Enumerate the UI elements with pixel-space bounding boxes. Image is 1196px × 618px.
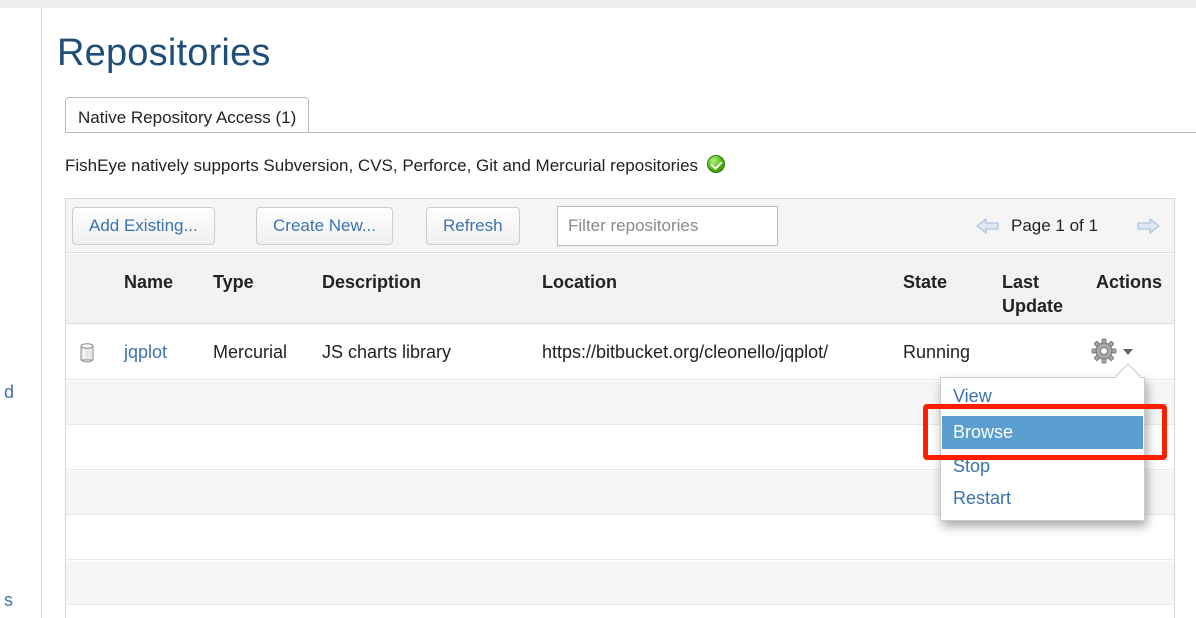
column-header-description[interactable]: Description (322, 270, 421, 294)
tab-bar: Native Repository Access (1) (65, 97, 310, 133)
menu-item-browse[interactable]: Browse (942, 416, 1143, 449)
menu-item-stop[interactable]: Stop (942, 450, 1143, 483)
menu-item-restart[interactable]: Restart (942, 482, 1143, 515)
actions-menu-trigger[interactable] (1091, 338, 1141, 366)
refresh-button[interactable]: Refresh (426, 207, 520, 245)
caret-down-icon (1123, 349, 1133, 355)
table-header: Name Type Description Location State Las… (66, 254, 1174, 324)
column-header-actions: Actions (1096, 272, 1163, 292)
repository-description: JS charts library (322, 342, 452, 362)
page-title: Repositories (57, 32, 271, 74)
arrow-right-icon[interactable] (1136, 217, 1160, 235)
repository-type: Mercurial (213, 342, 288, 362)
column-header-name[interactable]: Name (124, 270, 173, 294)
gear-icon (1091, 338, 1117, 364)
filter-repositories-input[interactable] (557, 206, 778, 246)
info-message: FishEye natively supports Subversion, CV… (65, 155, 725, 176)
ok-check-icon (706, 155, 725, 173)
database-icon (80, 343, 94, 363)
main-content: Repositories Native Repository Access (1… (43, 8, 1196, 618)
arrow-left-icon[interactable] (976, 217, 1000, 235)
column-header-last-update-line1: Last (1002, 272, 1040, 292)
tab-native-repository-access[interactable]: Native Repository Access (1) (65, 97, 310, 133)
toolbar: Add Existing... Create New... Refresh Pa… (66, 199, 1174, 253)
left-sidebar: d s (0, 8, 42, 618)
menu-item-view[interactable]: View (942, 380, 1143, 413)
column-header-last-update-line2: Update (1002, 296, 1064, 316)
column-header-type[interactable]: Type (213, 270, 254, 294)
sidebar-link-fragment[interactable]: s (4, 590, 13, 611)
info-text: FishEye natively supports Subversion, CV… (65, 156, 699, 175)
repository-name-link[interactable]: jqplot (124, 342, 167, 363)
column-header-location[interactable]: Location (542, 270, 617, 294)
add-existing-button[interactable]: Add Existing... (72, 207, 215, 245)
empty-row (66, 516, 1174, 560)
top-bar (0, 0, 1196, 8)
sidebar-link-fragment[interactable]: d (4, 382, 14, 403)
repository-state: Running (903, 342, 971, 362)
column-header-last-update[interactable]: Last Update (1002, 270, 1082, 318)
column-header-state[interactable]: State (903, 270, 947, 294)
pagination: Page 1 of 1 (976, 214, 1166, 238)
page-info: Page 1 of 1 (1011, 216, 1098, 235)
repository-location: https://bitbucket.org/cleonello/jqplot/ (542, 342, 829, 362)
empty-row (66, 561, 1174, 605)
table-row: jqplot Mercurial JS charts library https… (66, 325, 1174, 380)
actions-dropdown-menu: View Browse Stop Restart (940, 377, 1145, 521)
tab-divider (65, 132, 1196, 133)
create-new-button[interactable]: Create New... (256, 207, 393, 245)
